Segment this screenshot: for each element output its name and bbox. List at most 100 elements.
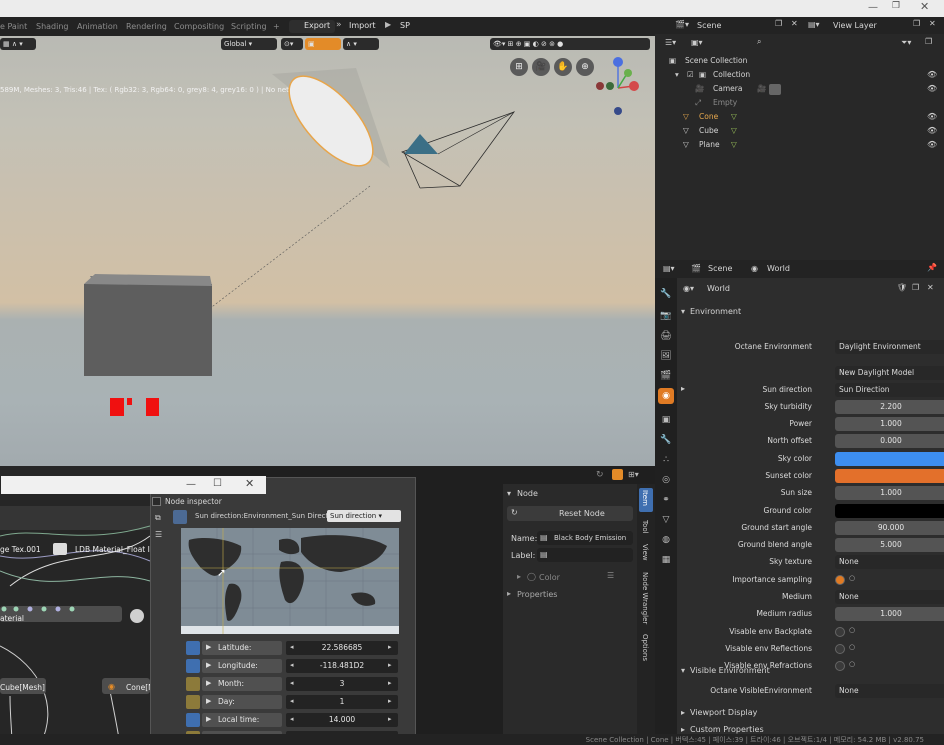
- expand-icon[interactable]: ▶: [206, 715, 211, 723]
- decrement-icon[interactable]: ◂: [290, 697, 294, 705]
- tab-rendering[interactable]: Rendering: [126, 22, 167, 31]
- dropdown-field[interactable]: None: [835, 555, 944, 569]
- pin-icon[interactable]: 📌: [927, 263, 937, 272]
- tab-texture-paint[interactable]: e Paint: [0, 22, 27, 31]
- keyframe-dot-icon[interactable]: ○: [849, 626, 855, 634]
- delete-view-layer-icon[interactable]: ✕: [929, 19, 936, 28]
- param-type-icon[interactable]: [186, 659, 200, 673]
- expand-icon[interactable]: ▶: [206, 661, 211, 669]
- dropdown-field[interactable]: Daylight Environment: [835, 340, 944, 354]
- number-field[interactable]: 1.000: [835, 607, 944, 621]
- collection-checkbox-icon[interactable]: ☑: [687, 68, 694, 82]
- minimize-icon[interactable]: —: [868, 2, 878, 13]
- tab-compositing[interactable]: Compositing: [174, 22, 224, 31]
- eye-icon[interactable]: 👁: [927, 124, 937, 138]
- section-custom-properties[interactable]: Custom Properties: [690, 725, 764, 734]
- keyframe-dot-icon[interactable]: ○: [849, 574, 855, 582]
- snap-icon[interactable]: ⊞▾: [628, 470, 639, 479]
- number-field[interactable]: 2.200: [835, 400, 944, 414]
- close-icon[interactable]: ✕: [920, 0, 929, 13]
- increment-icon[interactable]: ▸: [388, 715, 392, 723]
- data-tab-icon[interactable]: ▽: [658, 512, 674, 528]
- world-tab-icon[interactable]: ◉: [658, 388, 674, 404]
- output-tab-icon[interactable]: 🖨: [658, 328, 674, 344]
- new-view-layer-icon[interactable]: ❐: [913, 19, 920, 28]
- expand-icon[interactable]: ▶: [206, 643, 211, 651]
- node-ldb-material[interactable]: LDB Material_Float Im: [75, 545, 157, 554]
- expand-icon[interactable]: ▸: [517, 572, 521, 581]
- label-field[interactable]: ▤: [537, 548, 633, 562]
- color-swatch[interactable]: [835, 504, 944, 518]
- filter-view-icon[interactable]: ▣▾: [691, 38, 703, 47]
- checkbox[interactable]: [835, 627, 845, 637]
- checkbox-checked[interactable]: [835, 575, 845, 585]
- render-tab-icon[interactable]: 📷: [658, 308, 674, 324]
- tab-node-wrangler[interactable]: Node Wrangler: [641, 572, 649, 624]
- name-field[interactable]: ▤ Black Body Emission: [537, 531, 633, 545]
- tab-scripting[interactable]: Scripting: [231, 22, 267, 31]
- tool-tab-icon[interactable]: 🔧: [658, 286, 674, 302]
- tab-animation[interactable]: Animation: [77, 22, 118, 31]
- param-type-icon[interactable]: [186, 641, 200, 655]
- node-image-texture[interactable]: ge Tex.001: [0, 545, 41, 554]
- properties-section[interactable]: Properties: [517, 590, 557, 599]
- param-value-field[interactable]: -118.481D2: [286, 659, 398, 673]
- new-collection-icon[interactable]: ❐: [925, 37, 932, 46]
- outliner-row-scene-collection[interactable]: ▣ Scene Collection: [655, 54, 944, 68]
- param-value-field[interactable]: 14.000: [286, 713, 398, 727]
- decrement-icon[interactable]: ◂: [290, 643, 294, 651]
- section-visible-env[interactable]: Visible Environment: [690, 666, 770, 675]
- outliner-row-collection[interactable]: ▾ ☑ ▣ Collection 👁: [655, 68, 944, 82]
- new-scene-icon[interactable]: ❐: [775, 19, 782, 28]
- modifier-tab-icon[interactable]: 🔧: [658, 432, 674, 448]
- 3d-viewport[interactable]: ▦ ∧ ▾ Global ▾ ⊙▾ ▣ ∧ ▾ 👁▾ ⊞ ⊕ ▣ ◐ ⊘ ⊚ ●…: [0, 36, 655, 466]
- eye-icon[interactable]: 👁: [927, 82, 937, 96]
- tab-item[interactable]: Item: [641, 490, 649, 506]
- increment-icon[interactable]: ▸: [388, 661, 392, 669]
- expand-icon[interactable]: ▸: [681, 384, 685, 393]
- expand-icon[interactable]: ▸: [507, 589, 511, 598]
- scene-name[interactable]: Scene: [697, 21, 721, 30]
- view-layer-tab-icon[interactable]: 🖼: [658, 348, 674, 364]
- octane-visible-env-dropdown[interactable]: None: [835, 684, 944, 698]
- increment-icon[interactable]: ▸: [388, 679, 392, 687]
- decrement-icon[interactable]: ◂: [290, 679, 294, 687]
- tab-view[interactable]: View: [641, 544, 649, 561]
- number-field[interactable]: 5.000: [835, 538, 944, 552]
- increment-icon[interactable]: ▸: [388, 643, 392, 651]
- physics-tab-icon[interactable]: ◎: [658, 472, 674, 488]
- node-section-header[interactable]: Node: [517, 489, 538, 498]
- restore-icon[interactable]: ❐: [892, 1, 900, 11]
- tab-shading[interactable]: Shading: [36, 22, 69, 31]
- number-field[interactable]: 1.000: [835, 417, 944, 431]
- editor-type-icon[interactable]: ▤▾: [663, 264, 675, 273]
- texture-tab-icon[interactable]: ▦: [658, 552, 674, 568]
- param-type-icon[interactable]: [186, 713, 200, 727]
- color-swatch[interactable]: [835, 469, 944, 483]
- param-value-field[interactable]: 1: [286, 695, 398, 709]
- decrement-icon[interactable]: ◂: [290, 715, 294, 723]
- display-mode-icon[interactable]: ☰▾: [665, 38, 676, 47]
- add-workspace-button[interactable]: +: [273, 22, 280, 31]
- refresh-icon[interactable]: ↻: [596, 470, 604, 480]
- tab-options[interactable]: Options: [641, 634, 649, 661]
- particles-tab-icon[interactable]: ∴: [658, 452, 674, 468]
- number-field[interactable]: 1.000: [835, 486, 944, 500]
- keyframe-dot-icon[interactable]: ○: [849, 643, 855, 651]
- number-field[interactable]: 0.000: [835, 434, 944, 448]
- param-value-field[interactable]: 22.586685: [286, 641, 398, 655]
- tab-tool[interactable]: Tool: [641, 520, 649, 534]
- eye-icon[interactable]: 👁: [927, 138, 937, 152]
- scene-tab-icon[interactable]: 🎬: [658, 368, 674, 384]
- dropdown-field[interactable]: None: [835, 590, 944, 604]
- outliner-row-cone[interactable]: ▽ Cone ▽ 👁: [655, 110, 944, 124]
- param-type-icon[interactable]: [186, 695, 200, 709]
- collapse-icon[interactable]: ▾: [681, 666, 685, 675]
- param-value-field[interactable]: 3: [286, 677, 398, 691]
- dropdown-field[interactable]: Sun Direction: [835, 383, 944, 397]
- view-layer-name[interactable]: View Layer: [833, 21, 877, 30]
- material-tab-icon[interactable]: ◍: [658, 532, 674, 548]
- outliner-row-cube[interactable]: ▽ Cube ▽ 👁: [655, 124, 944, 138]
- node-material[interactable]: aterial: [0, 614, 24, 623]
- decrement-icon[interactable]: ◂: [290, 661, 294, 669]
